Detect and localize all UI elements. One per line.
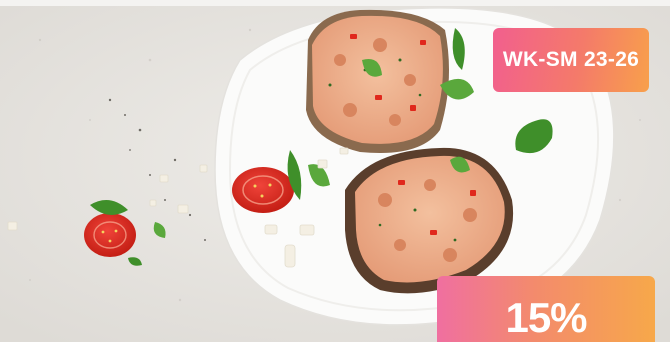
top-sandwich bbox=[306, 9, 449, 154]
tomato-icon bbox=[84, 213, 136, 257]
tomato-icon bbox=[232, 167, 294, 213]
promo-card[interactable]: WK-SM 23-26 15% bbox=[0, 0, 670, 342]
discount-badge[interactable]: 15% bbox=[437, 276, 655, 342]
week-badge[interactable]: WK-SM 23-26 bbox=[493, 28, 649, 92]
